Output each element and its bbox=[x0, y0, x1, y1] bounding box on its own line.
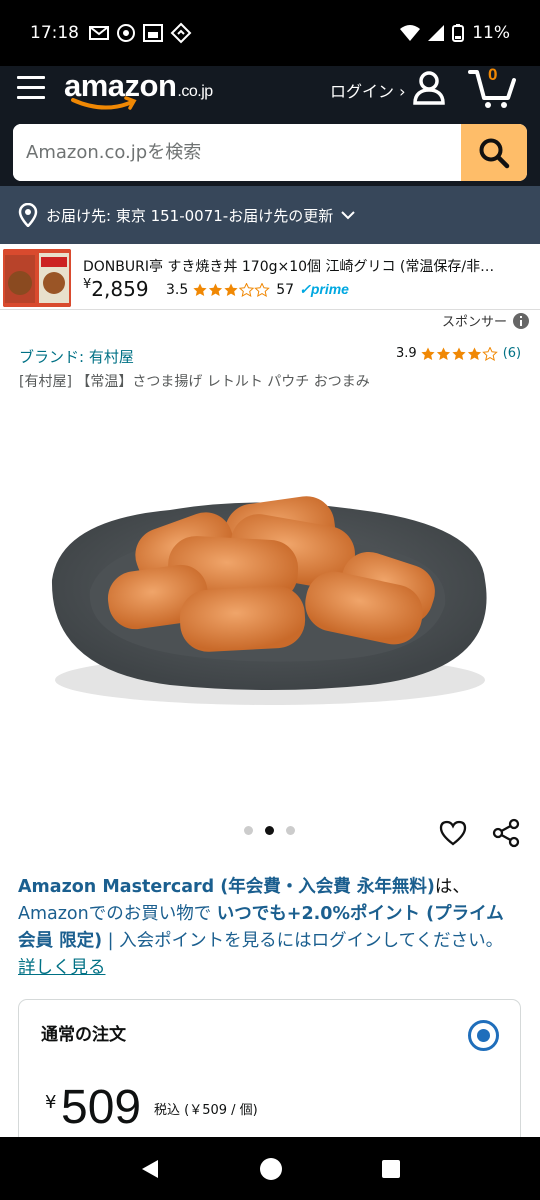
promo-login-text: | 入会ポイントを見るにはログインしてください。 bbox=[102, 931, 504, 951]
image-carousel-dots[interactable] bbox=[244, 826, 295, 835]
order-option-radio[interactable] bbox=[468, 1020, 499, 1051]
delivery-text: お届け先: 東京 151-0071‐お届け先の更新 bbox=[46, 206, 334, 225]
sponsored-product-title: DONBURI亭 すき焼き丼 170g×10個 江崎グリコ (常温保存/非… bbox=[83, 259, 495, 275]
promo-text: Amazonでのお買い物で bbox=[18, 904, 217, 924]
battery-level: 11% bbox=[472, 23, 510, 43]
sponsored-product-rating: 3.5 57 ✓prime bbox=[166, 281, 349, 298]
delivery-location-bar[interactable]: お届け先: 東京 151-0071‐お届け先の更新 bbox=[0, 186, 540, 244]
search-input[interactable] bbox=[13, 124, 461, 181]
notification-icons bbox=[89, 22, 192, 44]
back-icon[interactable] bbox=[139, 1158, 161, 1180]
search-bar bbox=[13, 124, 527, 181]
sponsored-product-image bbox=[3, 249, 71, 307]
status-bar: 17:18 11% bbox=[0, 0, 540, 66]
menu-icon[interactable] bbox=[17, 76, 45, 100]
gmail-icon bbox=[89, 26, 109, 40]
carousel-dot-active[interactable] bbox=[265, 826, 274, 835]
info-icon bbox=[513, 312, 530, 329]
carousel-dot[interactable] bbox=[244, 826, 253, 835]
login-link[interactable]: ログイン › bbox=[330, 78, 406, 102]
order-option-title: 通常の注文 bbox=[41, 1025, 126, 1045]
system-nav-bar bbox=[0, 1137, 540, 1200]
home-icon[interactable] bbox=[259, 1157, 283, 1181]
product-image[interactable] bbox=[30, 440, 510, 770]
search-icon bbox=[479, 138, 510, 168]
sponsored-label[interactable]: スポンサー bbox=[442, 311, 530, 330]
signal-icon bbox=[428, 25, 445, 41]
rating-value: 3.9 bbox=[396, 346, 417, 361]
sync-icon bbox=[170, 22, 192, 44]
carousel-dot[interactable] bbox=[286, 826, 295, 835]
order-price-note: 税込 (￥509 / 個) bbox=[154, 1103, 258, 1118]
status-time: 17:18 bbox=[30, 23, 79, 43]
price-symbol: ¥ bbox=[45, 1092, 57, 1113]
price-value: 2,859 bbox=[91, 277, 149, 301]
sponsored-product-price: ¥2,859 bbox=[83, 277, 149, 301]
order-price: 509 bbox=[61, 1081, 142, 1134]
review-count: 57 bbox=[276, 281, 295, 298]
share-icon[interactable] bbox=[491, 818, 521, 848]
app-header: amazon.co.jp ログイン › 0 bbox=[0, 65, 540, 186]
sponsored-product[interactable]: DONBURI亭 すき焼き丼 170g×10個 江崎グリコ (常温保存/非… ¥… bbox=[0, 244, 540, 310]
user-icon[interactable] bbox=[411, 70, 447, 106]
heart-icon[interactable] bbox=[439, 819, 467, 847]
prime-badge: ✓prime bbox=[299, 281, 349, 297]
location-pin-icon bbox=[18, 203, 38, 227]
review-count: (6) bbox=[502, 346, 522, 361]
product-title: [有村屋] 【常温】さつま揚げ レトルト パウチ おつまみ bbox=[19, 374, 370, 390]
logo-smile-icon bbox=[71, 96, 137, 110]
cart-count: 0 bbox=[488, 65, 498, 84]
credit-card-promo: Amazon Mastercard (年会費・入会費 永年無料)は、 Amazon… bbox=[18, 874, 518, 982]
promo-card-name: Amazon Mastercard (年会費・入会費 永年無料) bbox=[18, 877, 435, 897]
star-rating-icon bbox=[193, 282, 270, 296]
recents-icon[interactable] bbox=[381, 1159, 401, 1179]
image-icon bbox=[143, 24, 163, 42]
star-rating-icon bbox=[421, 346, 497, 360]
product-rating[interactable]: 3.9 (6) bbox=[396, 346, 521, 361]
search-button[interactable] bbox=[461, 124, 527, 181]
logo-tld: .co.jp bbox=[177, 83, 213, 100]
rating-value: 3.5 bbox=[166, 281, 189, 298]
chevron-down-icon bbox=[341, 211, 355, 220]
promo-details-link[interactable]: 詳しく見る bbox=[18, 958, 106, 978]
battery-icon bbox=[452, 24, 465, 42]
app-icon bbox=[117, 24, 135, 42]
promo-text: は、 bbox=[434, 877, 470, 897]
sponsored-label-text: スポンサー bbox=[442, 315, 508, 330]
brand-link[interactable]: ブランド: 有村屋 bbox=[19, 346, 134, 367]
wifi-icon bbox=[400, 25, 421, 41]
